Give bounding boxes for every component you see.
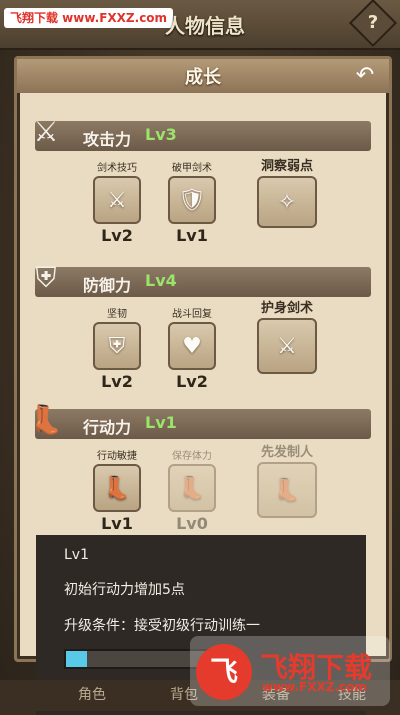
skill-toughness[interactable]: 坚韧 ⛨ Lv2: [77, 305, 157, 391]
heart-icon[interactable]: ♥: [168, 322, 216, 370]
watermark-logo-mark: 飞: [196, 644, 252, 700]
section-level-action: Lv1: [145, 413, 177, 432]
section-level-defense: Lv4: [145, 271, 177, 290]
back-button[interactable]: ↶: [351, 63, 379, 89]
watermark-logo: 飞 飞翔下载 www.FXXZ.com: [190, 636, 390, 706]
skill-stamina[interactable]: 保存体力 👢 Lv0: [152, 447, 232, 533]
skill-level: Lv2: [176, 372, 208, 391]
skill-level: Lv1: [101, 514, 133, 533]
boot-skill-icon[interactable]: 👢: [93, 464, 141, 512]
skill-level: Lv2: [101, 372, 133, 391]
sword-crest-icon: ⚔: [33, 115, 59, 148]
skill-name: 行动敏捷: [97, 451, 137, 462]
skill-name: 破甲剑术: [172, 163, 212, 174]
skill-insight[interactable]: 洞察弱点 ✧: [247, 155, 327, 228]
info-requirement: 升级条件：接受初级行动训练一: [64, 618, 260, 634]
progress-bar: [64, 649, 208, 669]
insight-icon[interactable]: ✧: [257, 176, 317, 228]
skill-armor-break[interactable]: 破甲剑术 🛡 Lv1: [152, 159, 232, 245]
watermark-url: www.FXXZ.com: [262, 680, 367, 694]
skill-level: Lv2: [101, 226, 133, 245]
top-bar: 飞翔下载 www.FXXZ.com 人物信息 ?: [0, 0, 400, 50]
info-level: Lv1: [64, 547, 89, 563]
skill-name: 洞察弱点: [260, 159, 313, 174]
page-title: 人物信息: [165, 14, 245, 38]
tab-character[interactable]: 角色: [78, 684, 106, 704]
section-label-attack: 攻击力: [83, 130, 132, 149]
section-level-attack: Lv3: [145, 125, 177, 144]
section-defense: ⛨ 防御力 Lv4: [35, 261, 371, 297]
guard-icon[interactable]: ⚔: [257, 318, 317, 374]
section-label-action: 行动力: [83, 418, 132, 437]
skill-name: 先发制人: [260, 445, 313, 460]
sword-skill-icon[interactable]: ⚔: [93, 176, 141, 224]
shield-icon: ⛨: [35, 261, 57, 294]
armor-icon[interactable]: ⛨: [93, 322, 141, 370]
skill-agility[interactable]: 行动敏捷 👢 Lv1: [77, 447, 157, 533]
boot-first-icon[interactable]: 👢: [257, 462, 317, 518]
section-action: 👢 行动力 Lv1: [29, 403, 371, 439]
progress-fill: [66, 651, 87, 667]
skill-name: 战斗回复: [172, 309, 212, 320]
skill-level: Lv0: [176, 514, 208, 533]
skill-level: Lv1: [176, 226, 208, 245]
skill-first-strike[interactable]: 先发制人 👢: [247, 441, 327, 518]
skill-guard-sword[interactable]: 护身剑术 ⚔: [247, 297, 327, 374]
skill-battle-recovery[interactable]: 战斗回复 ♥ Lv2: [152, 305, 232, 391]
skill-name: 坚韧: [107, 309, 127, 320]
boot-rest-icon[interactable]: 👢: [168, 464, 216, 512]
skill-name: 剑术技巧: [97, 163, 137, 174]
help-label: ?: [367, 12, 379, 33]
panel-title: 成长: [185, 67, 221, 88]
skill-name: 保存体力: [172, 451, 212, 462]
skill-name: 护身剑术: [260, 301, 313, 316]
help-button[interactable]: ?: [348, 0, 398, 48]
panel-header: 成长 ↶: [17, 59, 389, 93]
boot-icon: 👢: [28, 403, 64, 436]
skill-sword-technique[interactable]: 剑术技巧 ⚔ Lv2: [77, 159, 157, 245]
section-label-defense: 防御力: [83, 276, 132, 295]
watermark-top: 飞翔下载 www.FXXZ.com: [4, 8, 174, 28]
section-attack: ⚔ 攻击力 Lv3: [33, 115, 371, 151]
info-description: 初始行动力增加5点: [64, 582, 185, 598]
armor-break-icon[interactable]: 🛡: [168, 176, 216, 224]
